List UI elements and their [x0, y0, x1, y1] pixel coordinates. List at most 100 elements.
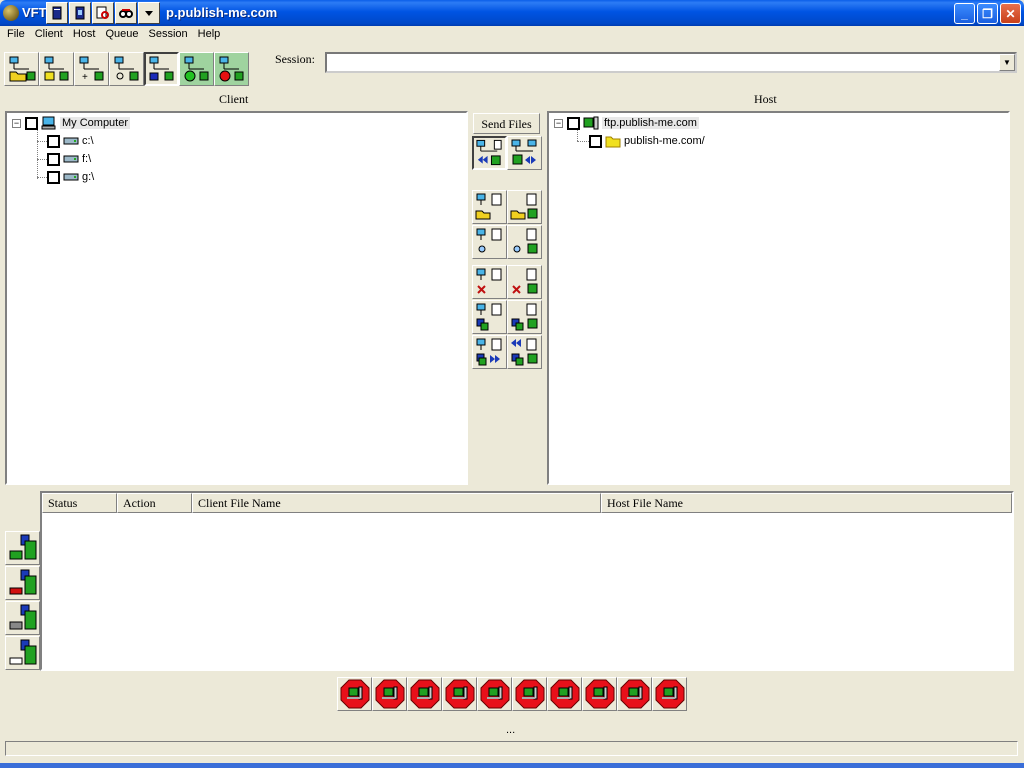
queue-remove-button[interactable] — [5, 566, 40, 600]
stop-button-7[interactable] — [547, 677, 582, 711]
quick-list-icon[interactable] — [69, 2, 91, 24]
tree-row-drive-g[interactable]: g:\ — [47, 169, 94, 185]
queue-add-button[interactable] — [5, 531, 40, 565]
queue-white-icon — [9, 639, 36, 665]
host-delete-button[interactable] — [507, 265, 542, 299]
queue-green-icon — [9, 534, 36, 560]
tree-label: g:\ — [82, 171, 95, 183]
send-to-client-button[interactable] — [507, 136, 542, 170]
connect-add-button[interactable]: + — [74, 52, 109, 86]
tree-row-host-root[interactable]: − ftp.publish-me.com — [554, 115, 699, 131]
connect-yellow-button[interactable] — [39, 52, 74, 86]
queue-edit-button[interactable] — [5, 601, 40, 635]
checkbox[interactable] — [47, 170, 60, 184]
tree-row-drive-f[interactable]: f:\ — [47, 151, 91, 167]
tree-row-host-folder[interactable]: publish-me.com/ — [589, 133, 705, 149]
menu-session[interactable]: Session — [144, 26, 193, 44]
session-combo[interactable]: ▼ — [325, 52, 1017, 73]
stop-button-8[interactable] — [582, 677, 617, 711]
checkbox[interactable] — [567, 116, 580, 130]
minimize-button[interactable]: _ — [954, 3, 975, 24]
network-search-icon — [114, 56, 138, 81]
stop-button-2[interactable] — [372, 677, 407, 711]
disconnect-red-icon — [219, 56, 243, 82]
host-copy-button[interactable] — [507, 300, 542, 334]
host-move-button[interactable] — [507, 335, 542, 369]
drive-icon — [63, 173, 79, 181]
drive-icon — [63, 137, 79, 145]
folder-icon — [605, 136, 621, 148]
connect-green-button[interactable] — [179, 52, 214, 86]
host-delete-icon — [511, 268, 537, 294]
quick-toolbar — [46, 2, 164, 24]
col-host-file-name[interactable]: Host File Name — [601, 493, 1012, 513]
client-folder-icon — [475, 193, 501, 220]
checkbox[interactable] — [47, 134, 60, 148]
client-move-button[interactable] — [472, 335, 507, 369]
menu-help[interactable]: Help — [193, 26, 226, 44]
send-to-host-button[interactable] — [472, 136, 507, 170]
checkbox[interactable] — [47, 152, 60, 166]
stop-button-9[interactable] — [617, 677, 652, 711]
checkbox[interactable] — [25, 116, 38, 130]
client-copy-button[interactable] — [472, 300, 507, 334]
menu-file[interactable]: File — [2, 26, 30, 44]
stop-button-1[interactable] — [337, 677, 372, 711]
network-blue-icon — [149, 56, 173, 81]
quick-doc-icon[interactable] — [46, 2, 68, 24]
disconnect-button[interactable] — [214, 52, 249, 86]
client-open-folder-button[interactable] — [472, 190, 507, 224]
queue-clear-button[interactable] — [5, 636, 40, 670]
drive-icon — [63, 155, 79, 163]
connect-folder-button[interactable] — [4, 52, 39, 86]
restore-button[interactable]: ❐ — [977, 3, 998, 24]
stop-button-6[interactable] — [512, 677, 547, 711]
tree-row-my-computer[interactable]: − My Computer — [12, 115, 131, 131]
tree-label: f:\ — [82, 153, 92, 165]
col-action[interactable]: Action — [117, 493, 192, 513]
menu-queue[interactable]: Queue — [100, 26, 143, 44]
stop-button-3[interactable] — [407, 677, 442, 711]
menu-client[interactable]: Client — [30, 26, 68, 44]
svg-text:+: + — [82, 72, 88, 83]
quick-find-icon[interactable] — [92, 2, 114, 24]
tree-row-drive-c[interactable]: c:\ — [47, 133, 94, 149]
connect-blue-button[interactable] — [144, 52, 179, 86]
stop-button-10[interactable] — [652, 677, 687, 711]
host-tree-pane[interactable]: − ftp.publish-me.com publish-me.com/ — [547, 111, 1010, 485]
col-client-file-name[interactable]: Client File Name — [192, 493, 601, 513]
host-move-icon — [510, 338, 537, 366]
stop-icon — [655, 679, 684, 709]
client-delete-icon — [476, 268, 501, 294]
host-find-button[interactable] — [507, 225, 542, 259]
queue-red-icon — [9, 569, 36, 595]
computer-icon — [41, 116, 56, 130]
host-panel-title: Host — [754, 92, 777, 106]
close-button[interactable]: ✕ — [1000, 3, 1021, 24]
stop-button-4[interactable] — [442, 677, 477, 711]
host-folder-icon — [510, 193, 537, 220]
queue-list[interactable]: Status Action Client File Name Host File… — [40, 491, 1014, 671]
collapse-icon[interactable]: − — [12, 118, 21, 128]
host-search-icon — [513, 228, 537, 254]
session-label: Session: — [275, 52, 316, 66]
checkbox[interactable] — [589, 134, 602, 148]
connect-search-button[interactable] — [109, 52, 144, 86]
collapse-icon[interactable]: − — [554, 118, 563, 128]
menu-host[interactable]: Host — [68, 26, 101, 44]
client-find-button[interactable] — [472, 225, 507, 259]
stop-icon — [550, 679, 579, 709]
client-tree-pane[interactable]: − My Computer c:\ f:\ g:\ — [5, 111, 468, 485]
quick-dropdown-icon[interactable] — [138, 2, 160, 24]
stop-button-5[interactable] — [477, 677, 512, 711]
network-yellow-icon — [44, 56, 68, 81]
quick-search-icon[interactable] — [115, 2, 137, 24]
host-open-folder-button[interactable] — [507, 190, 542, 224]
client-delete-button[interactable] — [472, 265, 507, 299]
stop-icon — [410, 679, 439, 709]
send-right-icon — [511, 139, 536, 165]
app-icon[interactable] — [3, 5, 19, 21]
session-dropdown-icon[interactable]: ▼ — [999, 54, 1015, 71]
tree-label: publish-me.com/ — [624, 135, 705, 147]
col-status[interactable]: Status — [42, 493, 117, 513]
